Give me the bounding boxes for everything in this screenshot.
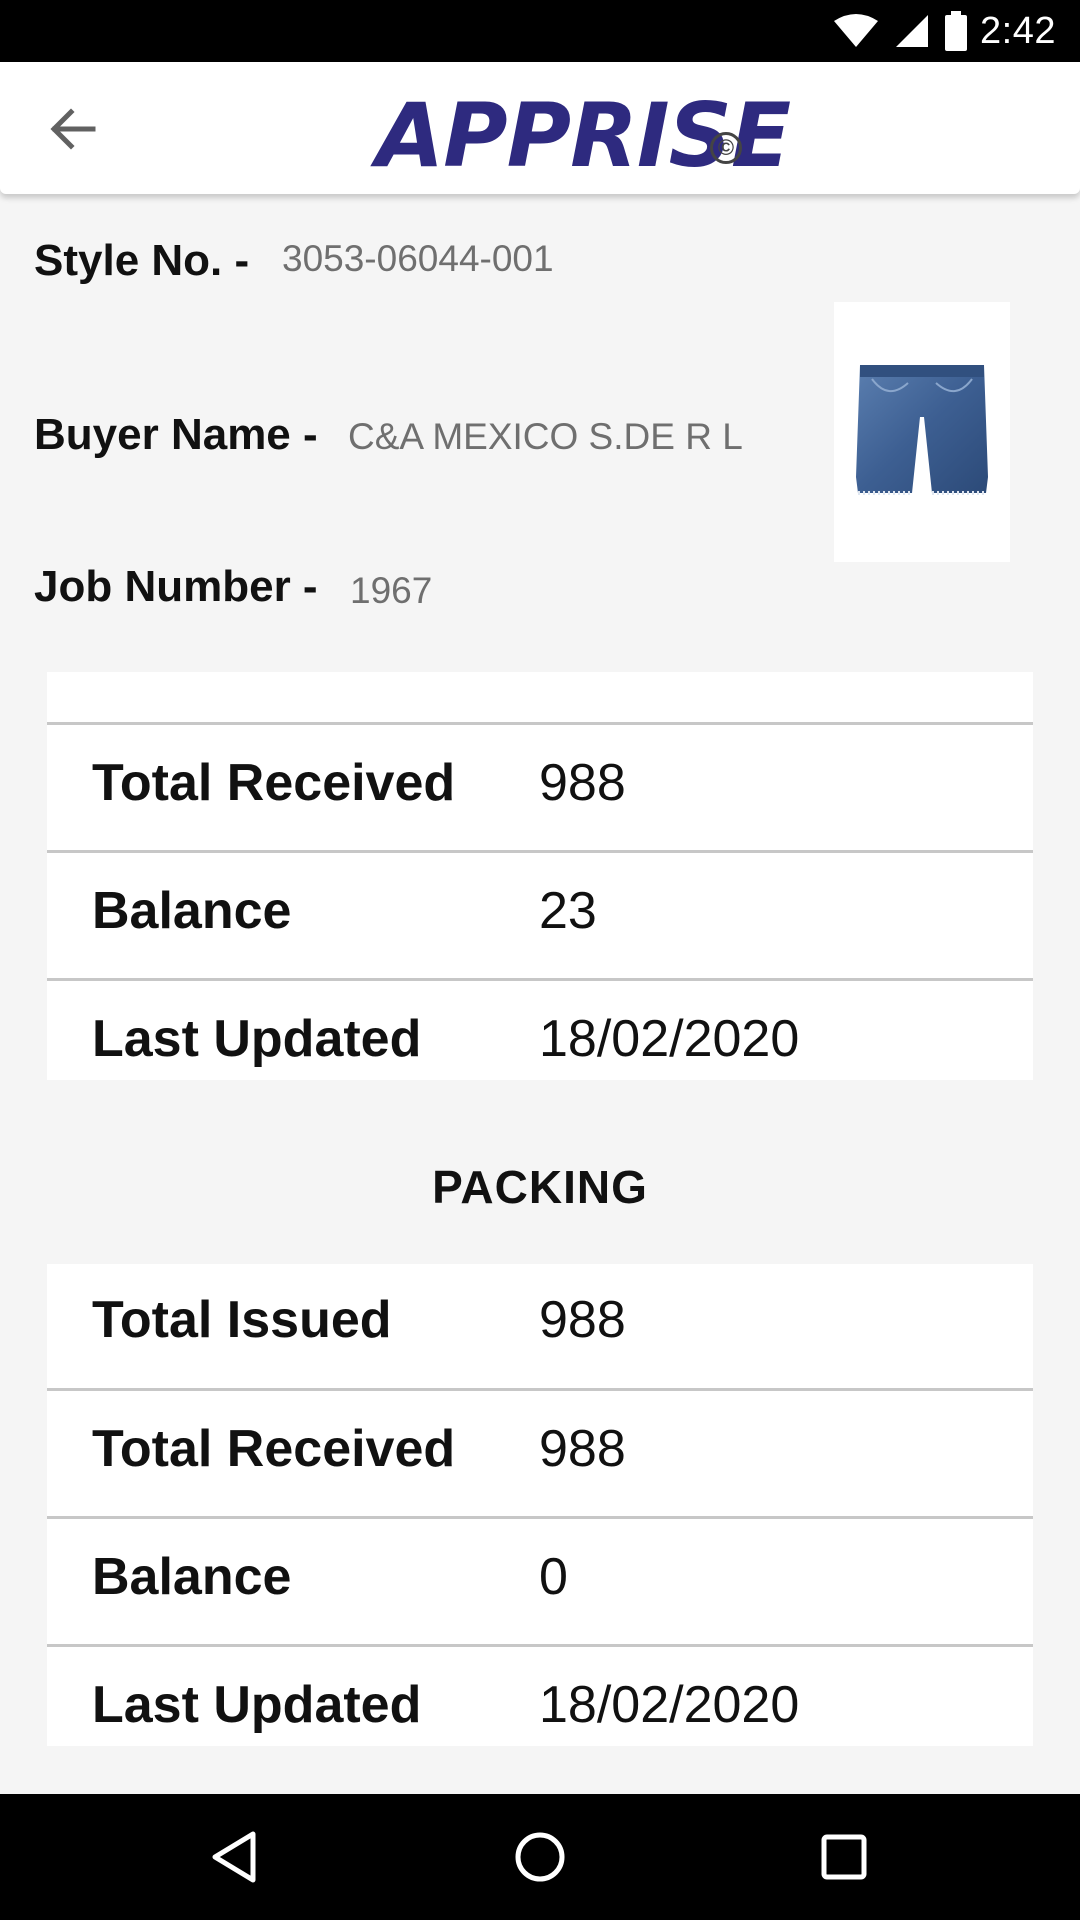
recents-square-icon	[821, 1834, 867, 1880]
table-row: Last Updated 18/02/2020	[47, 1644, 1033, 1746]
denim-shorts-image	[856, 365, 988, 495]
row-key: Balance	[92, 1548, 292, 1606]
screen: 2:42 APPRISE © Style No. - 3053-06044-00…	[0, 0, 1080, 1920]
row-key: Total Received	[92, 1420, 456, 1478]
wifi-icon	[834, 14, 879, 47]
job-number-value: 1967	[350, 570, 433, 611]
table-row: Balance 23	[47, 850, 1033, 978]
status-bar: 2:42	[0, 0, 1080, 62]
row-value: 988	[539, 1291, 626, 1349]
row-value: 988	[539, 754, 626, 812]
product-image[interactable]	[834, 302, 1010, 562]
arrow-back-icon	[50, 108, 96, 150]
nav-back-button[interactable]	[196, 1819, 272, 1895]
row-value: 18/02/2020	[539, 1010, 800, 1068]
row-key: Last Updated	[92, 1676, 422, 1734]
buyer-name-value: C&A MEXICO S.DE R L	[348, 416, 743, 457]
row-key: Total Received	[92, 754, 456, 812]
row-value: 23	[539, 882, 597, 940]
packing-section-title: PACKING	[432, 1161, 648, 1213]
style-no-value: 3053-06044-001	[282, 238, 554, 279]
cellular-signal-icon	[896, 15, 929, 47]
row-key: Balance	[92, 882, 292, 940]
table-row: Total Received 988	[47, 722, 1033, 850]
back-button[interactable]	[42, 102, 104, 156]
table-row: Last Updated 18/02/2020	[47, 978, 1033, 1080]
production-summary-table: Total Received 988 Balance 23 Last Updat…	[47, 672, 1033, 1080]
navigation-bar	[0, 1794, 1080, 1920]
nav-recents-button[interactable]	[806, 1819, 882, 1895]
job-number-label: Job Number -	[34, 562, 318, 611]
app-bar: APPRISE ©	[0, 62, 1080, 194]
packing-table: Total Issued 988 Total Received 988 Bala…	[47, 1264, 1033, 1746]
row-key: Last Updated	[92, 1010, 422, 1068]
row-value: 0	[539, 1548, 568, 1606]
table-row: Balance 0	[47, 1516, 1033, 1644]
table-row: Total Received 988	[47, 1388, 1033, 1516]
table-row: Total Issued 988	[47, 1264, 1033, 1392]
nav-home-button[interactable]	[502, 1819, 578, 1895]
status-icons: 2:42	[832, 8, 1056, 54]
home-circle-icon	[515, 1832, 565, 1882]
row-value: 988	[539, 1420, 626, 1478]
row-key: Total Issued	[92, 1291, 392, 1349]
battery-icon	[945, 11, 968, 51]
back-triangle-icon	[212, 1831, 256, 1883]
copyright-mark: ©	[710, 132, 742, 164]
status-time: 2:42	[980, 9, 1056, 52]
buyer-name-label: Buyer Name -	[34, 410, 318, 459]
row-value: 18/02/2020	[539, 1676, 800, 1734]
style-no-label: Style No. -	[34, 236, 250, 285]
